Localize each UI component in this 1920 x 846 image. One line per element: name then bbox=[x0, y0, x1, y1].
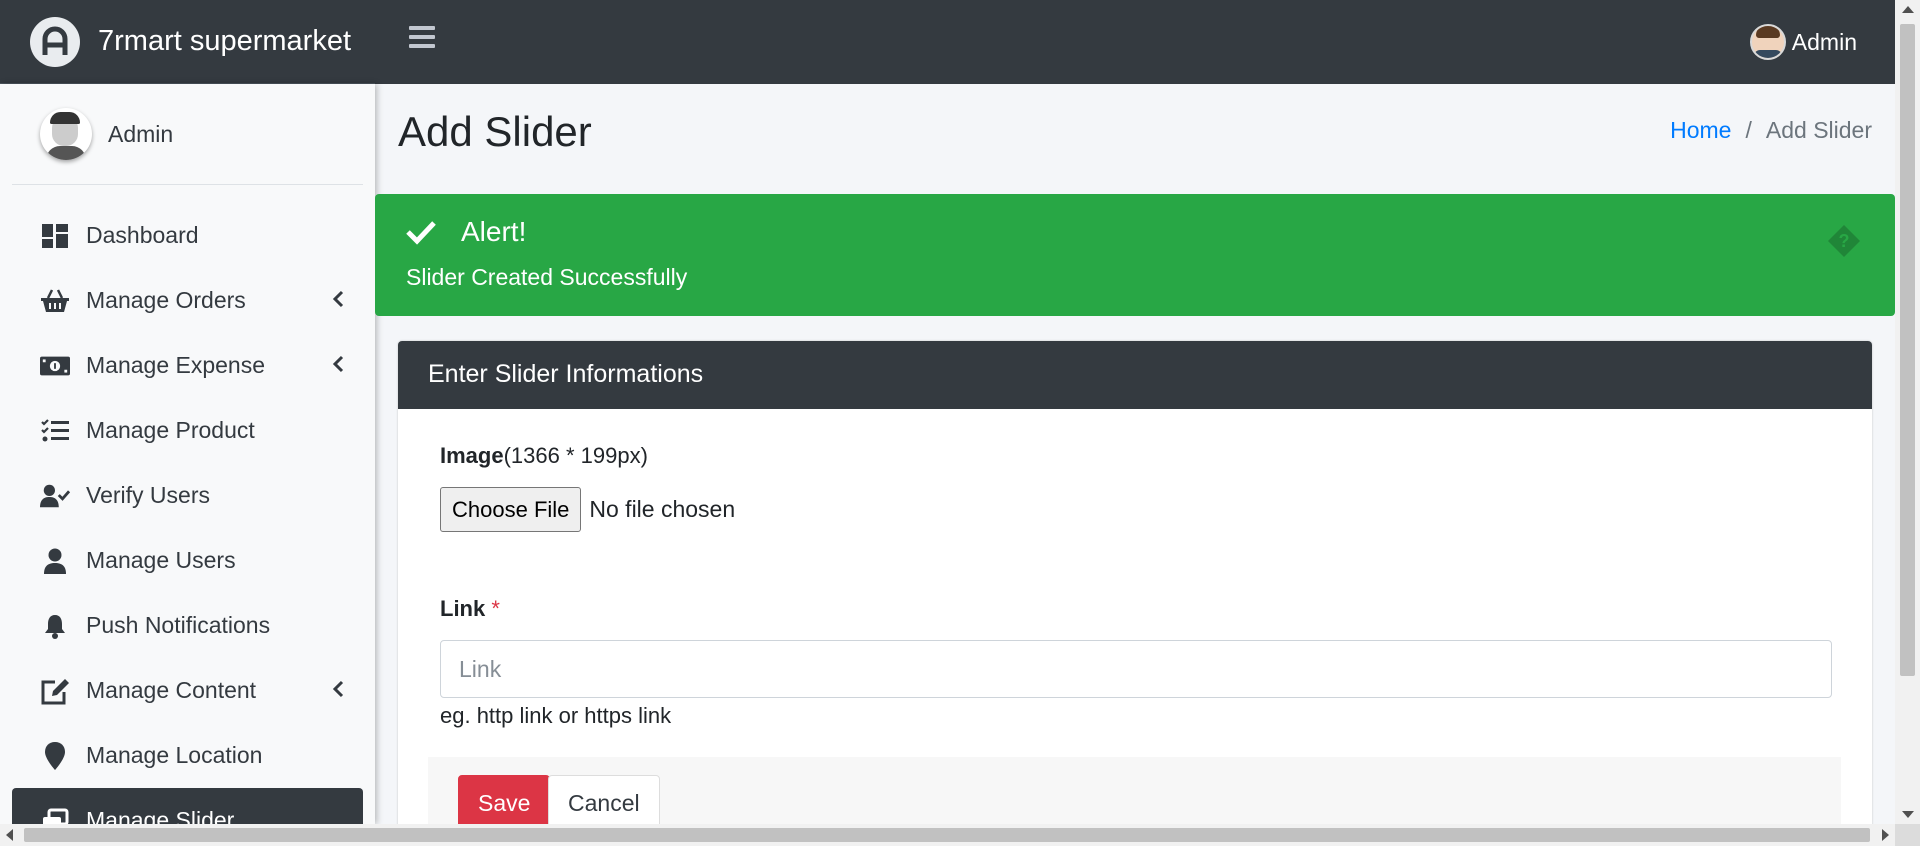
slider-icon bbox=[40, 806, 70, 824]
sidebar-item-push-notifications[interactable]: Push Notifications bbox=[12, 593, 363, 658]
check-icon bbox=[405, 216, 437, 248]
sidebar-item-label: Manage Users bbox=[86, 547, 236, 573]
link-input[interactable] bbox=[440, 640, 1832, 698]
save-button[interactable]: Save bbox=[458, 775, 551, 831]
user-check-icon bbox=[40, 481, 70, 511]
chevron-left-icon bbox=[327, 678, 349, 700]
sidebar-item-manage-product[interactable]: Manage Product bbox=[12, 398, 363, 463]
alert-close-icon[interactable]: ? bbox=[1827, 224, 1861, 258]
sidebar-item-label: Manage Product bbox=[86, 417, 255, 443]
user-menu[interactable]: Admin bbox=[1749, 24, 1857, 60]
dashboard-icon bbox=[40, 221, 70, 251]
user-menu-name: Admin bbox=[1791, 28, 1857, 55]
image-size-hint: (1366 * 199px) bbox=[503, 443, 648, 468]
sidebar-item-label: Dashboard bbox=[86, 222, 199, 248]
link-label: Link * bbox=[440, 596, 500, 622]
link-label-text: Link bbox=[440, 596, 486, 621]
sidebar-item-label: Manage Orders bbox=[86, 287, 246, 313]
file-status: No file chosen bbox=[589, 496, 736, 522]
horizontal-scroll-thumb[interactable] bbox=[24, 828, 1870, 842]
sidebar-item-manage-expense[interactable]: Manage Expense bbox=[12, 333, 363, 398]
sidebar-item-label: Manage Location bbox=[86, 742, 263, 768]
sidebar-item-label: Verify Users bbox=[86, 482, 210, 508]
cancel-button[interactable]: Cancel bbox=[548, 775, 660, 831]
alert-heading: Alert! bbox=[405, 216, 526, 248]
hamburger-icon[interactable] bbox=[409, 26, 435, 52]
user-avatar-icon bbox=[1749, 24, 1786, 60]
sidebar-item-label: Manage Expense bbox=[86, 352, 266, 378]
success-alert: Alert! Slider Created Successfully ? bbox=[375, 194, 1895, 316]
brand-name: 7rmart supermarket bbox=[98, 25, 352, 57]
sidebar-item-label: Manage Content bbox=[86, 677, 257, 703]
breadcrumb: Home / Add Slider bbox=[1670, 117, 1872, 144]
page-title: Add Slider bbox=[398, 108, 592, 155]
required-mark: * bbox=[491, 596, 500, 621]
money-icon bbox=[40, 351, 70, 381]
scroll-down-icon[interactable] bbox=[1902, 811, 1914, 818]
card-title: Enter Slider Informations bbox=[398, 341, 1872, 409]
scroll-up-icon[interactable] bbox=[1902, 6, 1914, 13]
sidebar-item-manage-location[interactable]: Manage Location bbox=[12, 723, 363, 788]
scroll-right-icon[interactable] bbox=[1882, 829, 1889, 841]
image-label-text: Image bbox=[440, 443, 504, 468]
basket-icon bbox=[40, 286, 70, 316]
horizontal-scrollbar[interactable] bbox=[0, 824, 1895, 846]
edit-icon bbox=[40, 676, 70, 706]
brand-link[interactable]: 7rmart supermarket bbox=[0, 0, 375, 84]
sidebar-item-manage-users[interactable]: Manage Users bbox=[12, 528, 363, 593]
bell-icon bbox=[40, 611, 70, 641]
sidebar-item-verify-users[interactable]: Verify Users bbox=[12, 463, 363, 528]
breadcrumb-separator: / bbox=[1745, 117, 1752, 143]
vertical-scroll-thumb[interactable] bbox=[1900, 24, 1915, 676]
scroll-left-icon[interactable] bbox=[6, 829, 13, 841]
sidebar-item-label: Manage Slider bbox=[86, 807, 235, 824]
sidebar-item-label: Push Notifications bbox=[86, 612, 271, 638]
sidebar-user-name: Admin bbox=[108, 120, 174, 147]
sidebar-user-panel[interactable]: Admin bbox=[12, 84, 363, 185]
image-file-input[interactable]: Choose File No file chosen bbox=[440, 487, 735, 532]
link-help-text: eg. http link or https link bbox=[440, 703, 672, 728]
breadcrumb-current: Add Slider bbox=[1765, 117, 1872, 143]
top-navbar: Admin bbox=[375, 0, 1895, 84]
map-marker-icon bbox=[40, 741, 70, 771]
scrollbar-corner bbox=[1895, 824, 1920, 846]
slider-form-card: Enter Slider Informations Image(1366 * 1… bbox=[398, 341, 1872, 831]
sidebar-item-manage-slider[interactable]: Manage Slider bbox=[12, 788, 363, 824]
alert-message: Slider Created Successfully bbox=[406, 264, 688, 290]
brand-logo-icon bbox=[30, 16, 80, 67]
tasks-icon bbox=[40, 416, 70, 446]
svg-text:?: ? bbox=[1839, 231, 1850, 251]
choose-file-button[interactable]: Choose File bbox=[440, 487, 582, 532]
sidebar-avatar bbox=[40, 108, 92, 160]
user-icon bbox=[40, 546, 70, 576]
sidebar-item-dashboard[interactable]: Dashboard bbox=[12, 203, 363, 268]
sidebar: Admin Dashboard Manage Orders Manage Exp… bbox=[0, 84, 375, 824]
card-footer: Save Cancel bbox=[428, 757, 1841, 831]
image-label: Image(1366 * 199px) bbox=[440, 443, 648, 469]
sidebar-item-manage-orders[interactable]: Manage Orders bbox=[12, 268, 363, 333]
breadcrumb-home-link[interactable]: Home bbox=[1670, 117, 1731, 144]
chevron-left-icon bbox=[327, 288, 349, 310]
chevron-left-icon bbox=[327, 353, 349, 375]
sidebar-item-manage-content[interactable]: Manage Content bbox=[12, 658, 363, 723]
sidebar-nav: Dashboard Manage Orders Manage Expense M… bbox=[0, 203, 375, 824]
vertical-scrollbar[interactable] bbox=[1895, 0, 1920, 824]
alert-title: Alert! bbox=[461, 216, 527, 247]
